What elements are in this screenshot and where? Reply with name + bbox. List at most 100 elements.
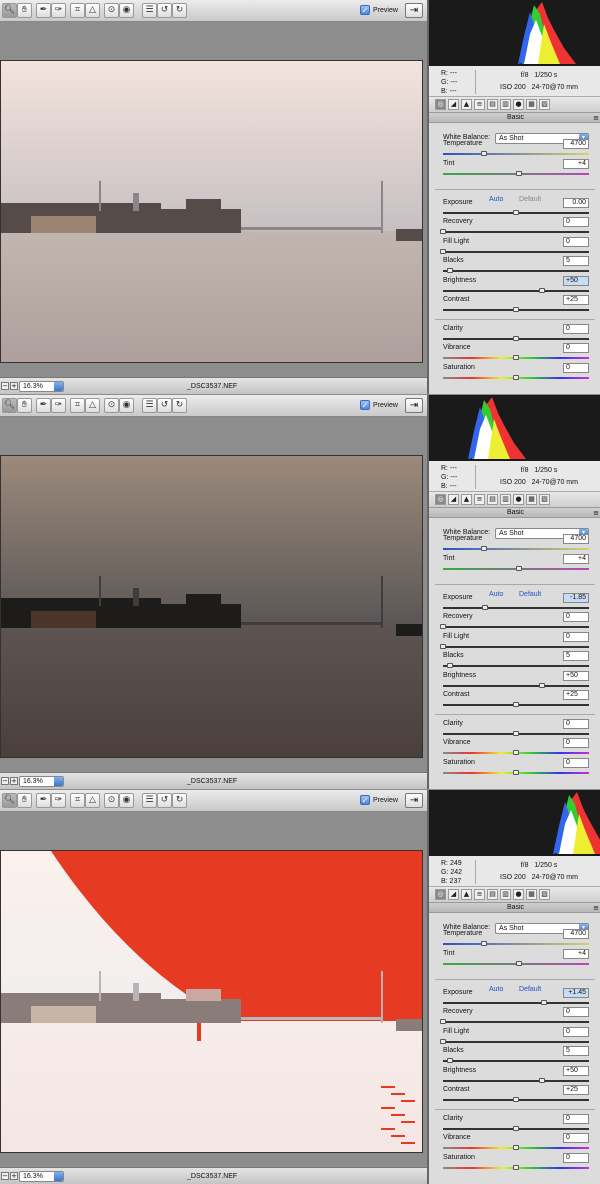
white-balance-tool-icon[interactable]: ✒ bbox=[36, 398, 51, 413]
default-link[interactable]: Default bbox=[519, 196, 541, 203]
value-clarity[interactable]: 0 bbox=[563, 1114, 589, 1124]
value-temperature[interactable]: 4700 bbox=[563, 534, 589, 544]
tab-camera-calibration-icon[interactable]: ● bbox=[513, 494, 524, 505]
slider-fill_light[interactable] bbox=[440, 644, 589, 649]
value-vibrance[interactable]: 0 bbox=[563, 1133, 589, 1143]
slider-thumb-contrast[interactable] bbox=[513, 702, 519, 707]
tab-basic-icon[interactable]: ◎ bbox=[435, 99, 446, 110]
slider-thumb-clarity[interactable] bbox=[513, 1126, 519, 1131]
value-tint[interactable]: +4 bbox=[563, 554, 589, 564]
slider-thumb-saturation[interactable] bbox=[513, 1165, 519, 1170]
slider-blacks[interactable] bbox=[443, 663, 589, 668]
white-balance-tool-icon[interactable]: ✒ bbox=[36, 3, 51, 18]
default-link[interactable]: Default bbox=[519, 591, 541, 598]
slider-thumb-brightness[interactable] bbox=[539, 288, 546, 293]
color-sampler-tool-icon[interactable]: ✑ bbox=[51, 793, 66, 808]
slider-temperature[interactable] bbox=[443, 941, 589, 946]
tab-basic-icon[interactable]: ◎ bbox=[435, 889, 446, 900]
tab-detail-icon[interactable]: ▲ bbox=[461, 99, 472, 110]
slider-brightness[interactable] bbox=[443, 288, 589, 293]
value-contrast[interactable]: +25 bbox=[563, 295, 589, 305]
tab-detail-icon[interactable]: ▲ bbox=[461, 889, 472, 900]
slider-thumb-tint[interactable] bbox=[515, 961, 522, 966]
zoom-out-button[interactable]: − bbox=[1, 1172, 9, 1180]
white-balance-tool-icon[interactable]: ✒ bbox=[36, 793, 51, 808]
slider-recovery[interactable] bbox=[440, 624, 589, 629]
fullscreen-button[interactable]: ⇥ bbox=[405, 793, 423, 808]
value-brightness[interactable]: +50 bbox=[563, 276, 589, 286]
slider-fill_light[interactable] bbox=[440, 249, 589, 254]
value-saturation[interactable]: 0 bbox=[563, 1153, 589, 1163]
slider-thumb-clarity[interactable] bbox=[513, 336, 519, 341]
preview-checkbox-icon[interactable]: ✓ bbox=[360, 5, 370, 15]
slider-thumb-temperature[interactable] bbox=[480, 546, 487, 551]
slider-thumb-fill_light[interactable] bbox=[440, 644, 446, 649]
slider-thumb-fill_light[interactable] bbox=[440, 1039, 446, 1044]
panel-menu-icon[interactable]: ≡ bbox=[593, 903, 599, 913]
slider-thumb-saturation[interactable] bbox=[513, 375, 519, 380]
slider-thumb-contrast[interactable] bbox=[513, 1097, 519, 1102]
slider-thumb-blacks[interactable] bbox=[447, 268, 454, 273]
zoom-tool-icon[interactable]: 🔍︎ bbox=[2, 398, 17, 413]
value-exposure[interactable]: 0.00 bbox=[563, 198, 589, 208]
zoom-tool-icon[interactable]: 🔍︎ bbox=[2, 3, 17, 18]
rotate-right-icon[interactable]: ↻ bbox=[172, 3, 187, 18]
value-fill_light[interactable]: 0 bbox=[563, 237, 589, 247]
preview-toggle[interactable]: ✓ Preview bbox=[360, 795, 398, 805]
slider-thumb-recovery[interactable] bbox=[440, 624, 446, 629]
zoom-in-button[interactable]: + bbox=[10, 1172, 18, 1180]
hand-tool-icon[interactable]: ✋︎ bbox=[17, 3, 32, 18]
zoom-in-button[interactable]: + bbox=[10, 382, 18, 390]
tab-presets-icon[interactable]: ▦ bbox=[526, 494, 537, 505]
tab-split-toning-icon[interactable]: ▤ bbox=[487, 889, 498, 900]
slider-brightness[interactable] bbox=[443, 683, 589, 688]
value-recovery[interactable]: 0 bbox=[563, 217, 589, 227]
slider-thumb-exposure[interactable] bbox=[513, 210, 519, 215]
red-eye-tool-icon[interactable]: ◉ bbox=[119, 398, 134, 413]
slider-recovery[interactable] bbox=[440, 229, 589, 234]
value-vibrance[interactable]: 0 bbox=[563, 343, 589, 353]
slider-thumb-vibrance[interactable] bbox=[513, 1145, 519, 1150]
tab-tone-curve-icon[interactable]: ◢ bbox=[448, 494, 459, 505]
image-canvas[interactable] bbox=[0, 812, 427, 1167]
tab-basic-icon[interactable]: ◎ bbox=[435, 494, 446, 505]
retouch-tool-icon[interactable]: ⊙ bbox=[104, 793, 119, 808]
red-eye-tool-icon[interactable]: ◉ bbox=[119, 793, 134, 808]
value-brightness[interactable]: +50 bbox=[563, 671, 589, 681]
rotate-left-icon[interactable]: ↺ bbox=[157, 398, 172, 413]
tab-hsl-icon[interactable]: ≡ bbox=[474, 494, 485, 505]
tab-detail-icon[interactable]: ▲ bbox=[461, 494, 472, 505]
value-blacks[interactable]: 5 bbox=[563, 1046, 589, 1056]
tab-lens-corrections-icon[interactable]: ▥ bbox=[500, 889, 511, 900]
value-temperature[interactable]: 4700 bbox=[563, 139, 589, 149]
tab-camera-calibration-icon[interactable]: ● bbox=[513, 889, 524, 900]
value-exposure[interactable]: +1.45 bbox=[563, 988, 589, 998]
value-blacks[interactable]: 5 bbox=[563, 256, 589, 266]
slider-vibrance[interactable] bbox=[443, 1145, 589, 1150]
slider-clarity[interactable] bbox=[443, 731, 589, 736]
auto-link[interactable]: Auto bbox=[489, 591, 503, 598]
slider-contrast[interactable] bbox=[443, 702, 589, 707]
straighten-tool-icon[interactable]: △ bbox=[85, 3, 100, 18]
image-canvas[interactable] bbox=[0, 22, 427, 377]
tab-camera-calibration-icon[interactable]: ● bbox=[513, 99, 524, 110]
value-contrast[interactable]: +25 bbox=[563, 1085, 589, 1095]
tab-presets-icon[interactable]: ▦ bbox=[526, 889, 537, 900]
tab-lens-corrections-icon[interactable]: ▥ bbox=[500, 494, 511, 505]
straighten-tool-icon[interactable]: △ bbox=[85, 398, 100, 413]
value-temperature[interactable]: 4700 bbox=[563, 929, 589, 939]
slider-tint[interactable] bbox=[443, 171, 589, 176]
hand-tool-icon[interactable]: ✋︎ bbox=[17, 793, 32, 808]
value-recovery[interactable]: 0 bbox=[563, 612, 589, 622]
slider-thumb-vibrance[interactable] bbox=[513, 355, 519, 360]
slider-thumb-clarity[interactable] bbox=[513, 731, 519, 736]
slider-recovery[interactable] bbox=[440, 1019, 589, 1024]
retouch-tool-icon[interactable]: ⊙ bbox=[104, 398, 119, 413]
slider-saturation[interactable] bbox=[443, 770, 589, 775]
tab-tone-curve-icon[interactable]: ◢ bbox=[448, 889, 459, 900]
tab-split-toning-icon[interactable]: ▤ bbox=[487, 494, 498, 505]
zoom-level-select[interactable]: 16.3% bbox=[19, 1171, 64, 1182]
slider-temperature[interactable] bbox=[443, 151, 589, 156]
value-clarity[interactable]: 0 bbox=[563, 324, 589, 334]
value-clarity[interactable]: 0 bbox=[563, 719, 589, 729]
